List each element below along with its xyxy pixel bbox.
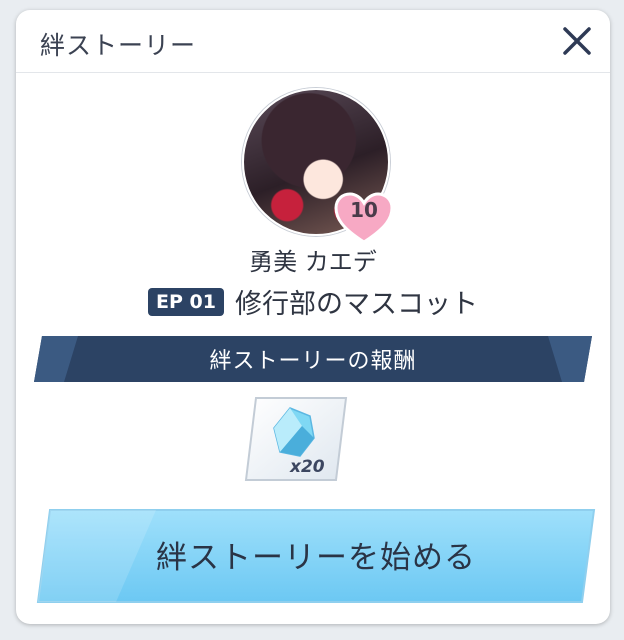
bond-level: 10 [350,198,378,222]
dialog-title: 絆ストーリー [40,31,197,60]
character-name: 勇美 カエデ [249,248,377,276]
close-icon[interactable] [560,24,594,58]
episode-line: EP 01 修行部のマスコット [16,282,610,321]
episode-title: 修行部のマスコット [235,289,479,320]
start-story-label: 絆ストーリーを始める [156,540,476,576]
reward-header-label: 絆ストーリーの報酬 [209,349,417,374]
bond-story-dialog: 絆ストーリー 10 勇美 カエデ EP 01 修行部のマスコット 絆ストーリーの… [16,10,610,624]
dialog-header: 絆ストーリー [16,10,610,73]
reward-quantity: x20 [290,457,325,477]
episode-badge: EP 01 [147,287,224,316]
character-avatar-block: 10 [242,88,394,244]
